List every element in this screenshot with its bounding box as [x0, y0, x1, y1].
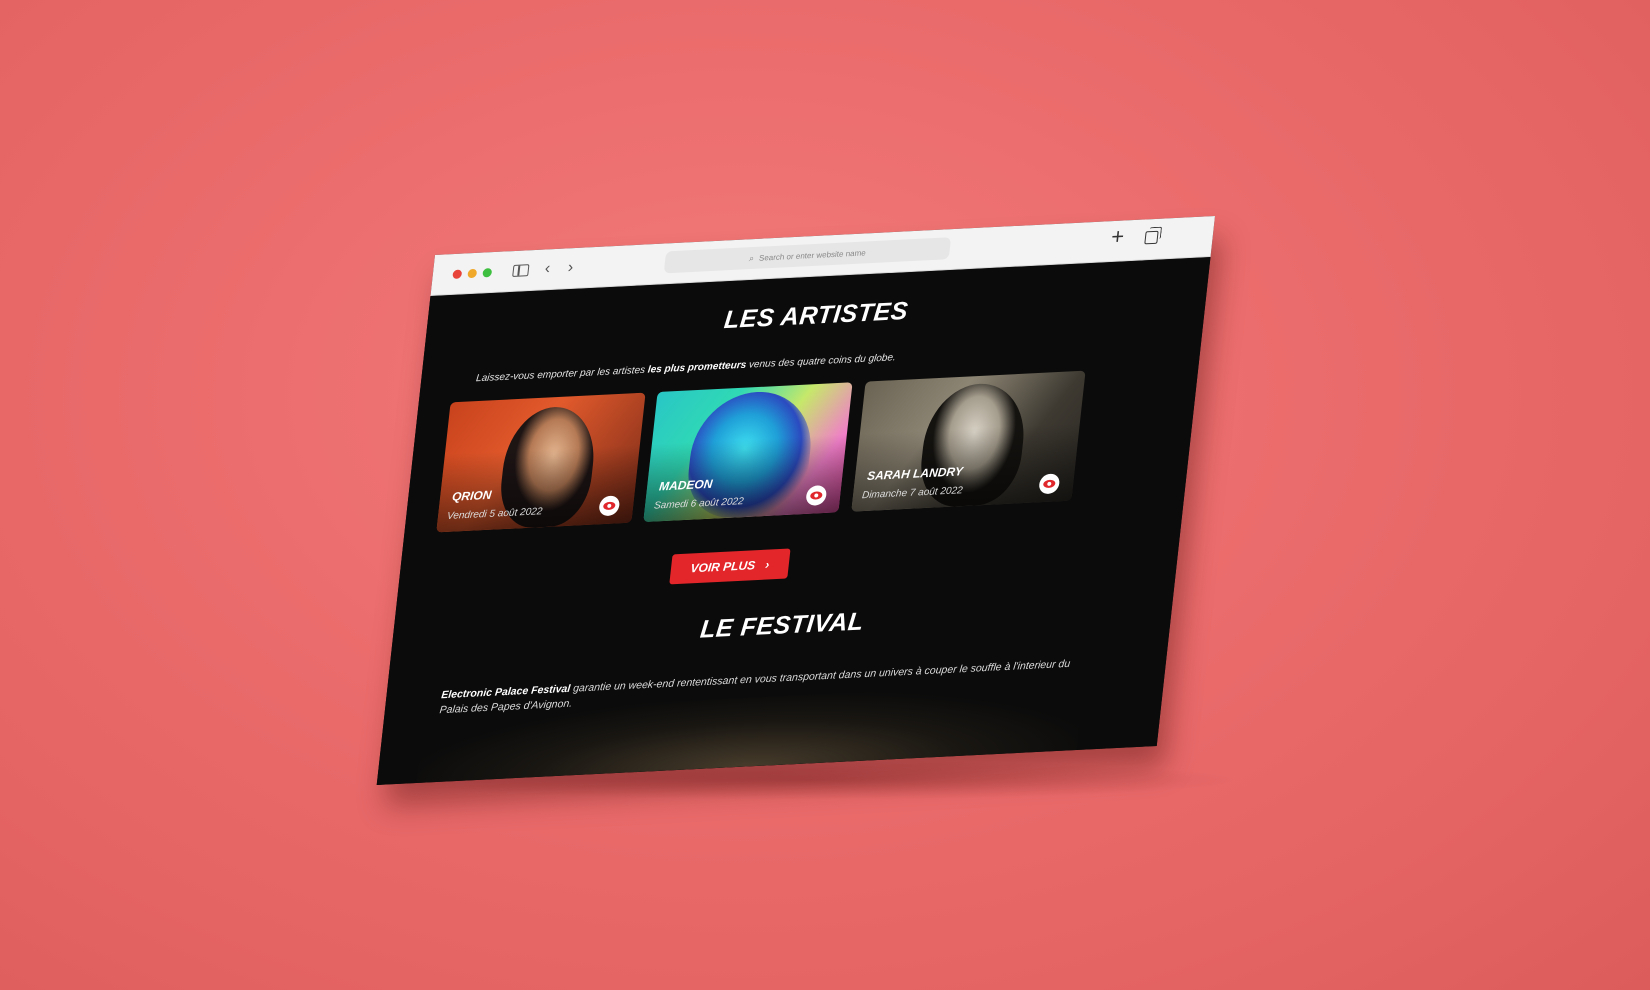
page-content: LES ARTISTES Laissez-vous emporter par l… — [376, 257, 1211, 785]
search-icon: ⌕ — [748, 252, 755, 263]
eye-icon — [602, 501, 616, 511]
eye-icon — [809, 491, 823, 500]
voir-plus-button[interactable]: VOIR PLUS › — [669, 548, 791, 585]
sidebar-icon[interactable] — [512, 264, 530, 277]
forward-icon[interactable]: › — [567, 258, 575, 278]
artist-name: MADEON — [658, 476, 714, 494]
voir-plus-label: VOIR PLUS — [689, 558, 757, 576]
artists-intro-bold: les plus prometteurs — [647, 359, 747, 376]
back-icon[interactable]: ‹ — [544, 259, 552, 279]
address-bar[interactable]: ⌕ Search or enter website name — [663, 237, 952, 274]
artist-card[interactable]: SARAH LANDRY Dimanche 7 août 2022 — [851, 370, 1086, 512]
artist-name: QRION — [451, 487, 493, 504]
artist-card[interactable]: QRION Vendredi 5 août 2022 — [436, 392, 646, 533]
address-placeholder: Search or enter website name — [758, 247, 867, 263]
artists-intro-suffix: venus des quatre coins du globe. — [745, 352, 897, 371]
tabs-icon[interactable] — [1144, 230, 1159, 245]
close-window-button[interactable] — [452, 269, 463, 279]
festival-title: LE FESTIVAL — [698, 607, 866, 644]
artists-intro: Laissez-vous emporter par les artistes l… — [475, 352, 896, 384]
mockup-stage: ‹ › ⌕ Search or enter website name + LES… — [0, 0, 1650, 990]
new-tab-icon[interactable]: + — [1110, 223, 1126, 249]
eye-icon — [1042, 479, 1056, 489]
minimize-window-button[interactable] — [467, 268, 478, 279]
artist-cards: QRION Vendredi 5 août 2022 MADEON Samedi… — [436, 370, 1090, 533]
browser-window: ‹ › ⌕ Search or enter website name + LES… — [376, 216, 1215, 785]
artists-intro-prefix: Laissez-vous emporter par les artistes — [475, 364, 649, 385]
artists-title: LES ARTISTES — [722, 296, 910, 335]
maximize-window-button[interactable] — [482, 268, 493, 278]
artist-card[interactable]: MADEON Samedi 6 août 2022 — [643, 382, 853, 523]
chevron-right-icon: › — [764, 557, 771, 572]
